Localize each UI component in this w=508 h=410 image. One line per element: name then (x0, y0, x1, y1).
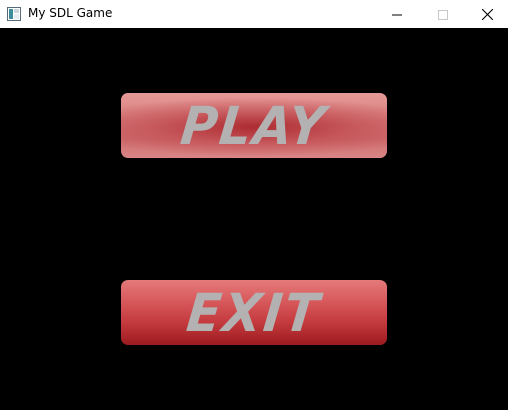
close-button[interactable] (466, 0, 508, 28)
maximize-icon (438, 5, 448, 24)
game-canvas: PLAY EXIT (0, 28, 508, 410)
title-bar[interactable]: My SDL Game (0, 0, 508, 28)
play-button-label: PLAY (177, 95, 331, 156)
minimize-icon (392, 5, 402, 24)
exit-button[interactable]: EXIT (121, 280, 387, 345)
play-button[interactable]: PLAY (121, 93, 387, 158)
window-title: My SDL Game (28, 6, 113, 20)
minimize-button[interactable] (374, 0, 420, 28)
exit-button-label: EXIT (184, 282, 324, 343)
app-icon (7, 6, 21, 21)
close-icon (481, 5, 493, 24)
game-window: My SDL Game PLAY EXIT (0, 0, 508, 410)
maximize-button[interactable] (420, 0, 466, 28)
